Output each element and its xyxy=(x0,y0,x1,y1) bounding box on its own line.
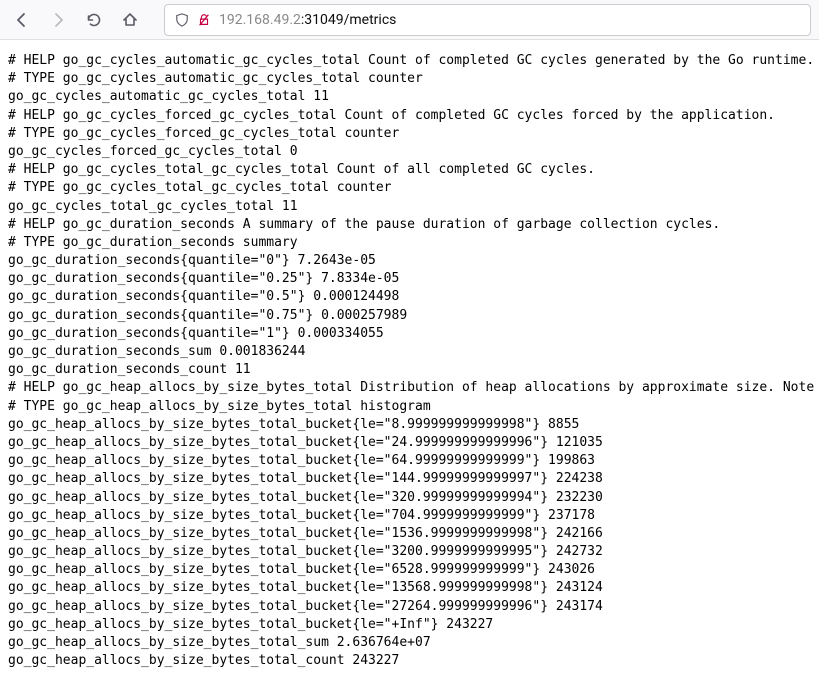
back-button[interactable] xyxy=(8,6,36,34)
back-icon xyxy=(14,12,30,28)
metrics-content: # HELP go_gc_cycles_automatic_gc_cycles_… xyxy=(0,40,819,682)
forward-button[interactable] xyxy=(44,6,72,34)
reload-icon xyxy=(86,12,102,28)
insecure-lock-icon xyxy=(197,13,211,27)
shield-icon xyxy=(175,13,189,27)
url-text: 192.168.49.2:31049/metrics xyxy=(219,12,396,28)
home-icon xyxy=(122,12,138,28)
browser-toolbar: 192.168.49.2:31049/metrics xyxy=(0,0,819,40)
url-bar[interactable]: 192.168.49.2:31049/metrics xyxy=(164,4,811,36)
reload-button[interactable] xyxy=(80,6,108,34)
forward-icon xyxy=(50,12,66,28)
home-button[interactable] xyxy=(116,6,144,34)
